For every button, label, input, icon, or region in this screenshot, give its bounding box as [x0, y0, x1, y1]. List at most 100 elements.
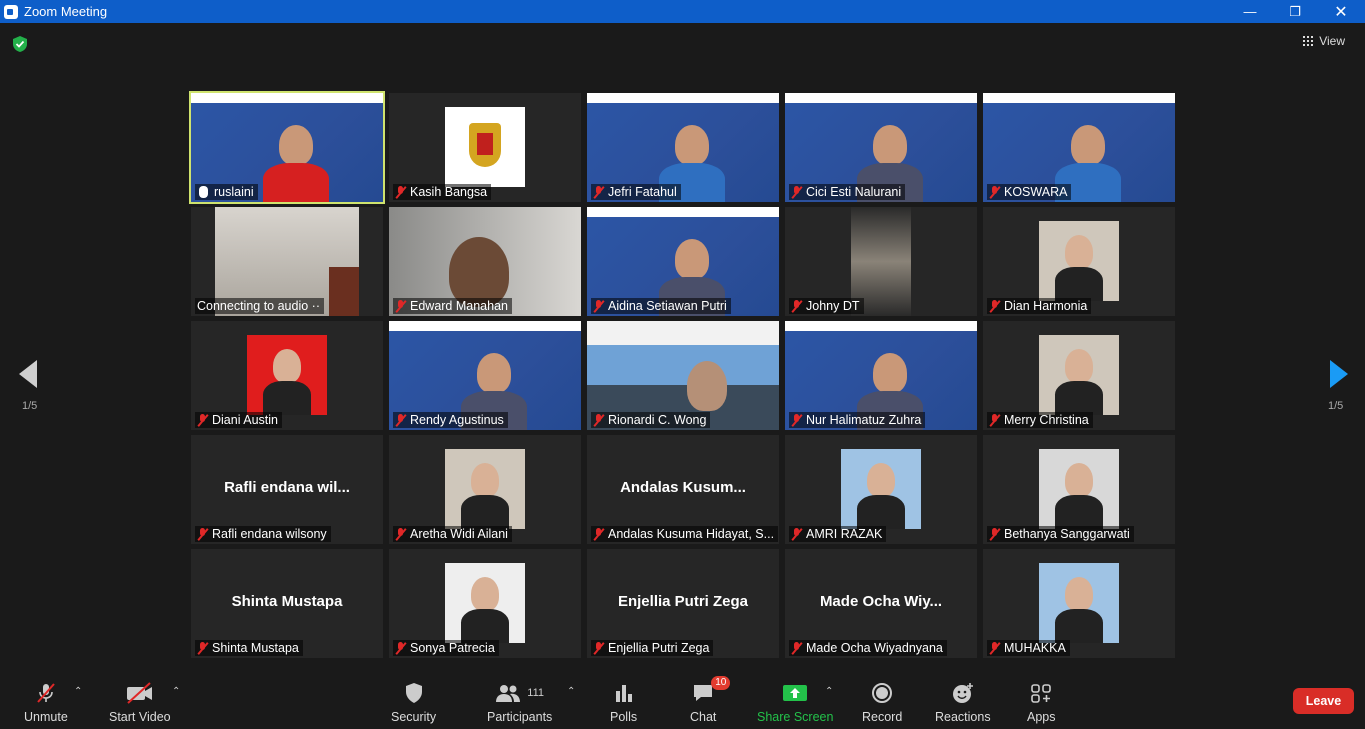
participant-tile[interactable]: Jefri Fatahul: [587, 93, 779, 202]
muted-mic-icon: [989, 527, 1000, 541]
muted-mic-icon: [395, 641, 406, 655]
participant-name: AMRI RAZAK: [806, 527, 883, 541]
participant-name-label: Bethanya Sanggarwati: [987, 526, 1134, 542]
participant-name: Edward Manahan: [410, 299, 508, 313]
participant-display-name: Andalas Kusum...: [620, 479, 746, 496]
participant-tile[interactable]: Edward Manahan: [389, 207, 581, 316]
participant-tile[interactable]: Cici Esti Nalurani: [785, 93, 977, 202]
participant-name: Nur Halimatuz Zuhra: [806, 413, 922, 427]
close-button[interactable]: ✕: [1318, 0, 1364, 23]
minimize-button[interactable]: —: [1227, 0, 1273, 23]
participant-name: MUHAKKA: [1004, 641, 1066, 655]
participant-tile[interactable]: Diani Austin: [191, 321, 383, 430]
security-button[interactable]: Security: [391, 680, 436, 724]
participant-tile[interactable]: Nur Halimatuz Zuhra: [785, 321, 977, 430]
participant-name: Merry Christina: [1004, 413, 1089, 427]
reactions-button[interactable]: Reactions: [935, 680, 991, 724]
participant-name-label: Connecting to audio ··: [195, 298, 324, 314]
chat-button[interactable]: 10 Chat: [690, 676, 731, 724]
participant-tile[interactable]: Rafli endana wil... Rafli endana wilsony: [191, 435, 383, 544]
participant-tile[interactable]: Shinta Mustapa Shinta Mustapa: [191, 549, 383, 658]
previous-page-arrow-icon[interactable]: [19, 360, 37, 388]
participant-name-label: Aidina Setiawan Putri: [591, 298, 731, 314]
participant-tile[interactable]: AMRI RAZAK: [785, 435, 977, 544]
meeting-toolbar: Unmute ⌃ Start Video ⌃ Security 111 Part…: [0, 672, 1365, 729]
muted-mic-icon: [791, 299, 802, 313]
participant-avatar: [445, 107, 525, 187]
unmute-button[interactable]: Unmute: [24, 680, 68, 724]
participant-name: Cici Esti Nalurani: [806, 185, 902, 199]
participant-tile[interactable]: Rionardi C. Wong: [587, 321, 779, 430]
muted-mic-icon: [593, 299, 604, 313]
participant-name-label: AMRI RAZAK: [789, 526, 887, 542]
participant-tile[interactable]: Made Ocha Wiy... Made Ocha Wiyadnyana: [785, 549, 977, 658]
participant-photo: [247, 335, 327, 415]
participant-name: ruslaini: [214, 185, 254, 199]
video-options-caret-icon[interactable]: ⌃: [172, 686, 180, 697]
microphone-muted-icon: [37, 683, 55, 703]
participant-name-label: Shinta Mustapa: [195, 640, 303, 656]
start-video-button[interactable]: Start Video: [109, 680, 171, 724]
participant-tile[interactable]: Dian Harmonia: [983, 207, 1175, 316]
record-button[interactable]: Record: [862, 680, 902, 724]
page-indicator-left: 1/5: [22, 400, 38, 412]
next-page-arrow-icon[interactable]: [1330, 360, 1348, 388]
participant-tile[interactable]: Andalas Kusum... Andalas Kusuma Hidayat, …: [587, 435, 779, 544]
participant-name-label: Andalas Kusuma Hidayat, S...: [591, 526, 779, 542]
participant-name: Aidina Setiawan Putri: [608, 299, 727, 313]
participant-tile[interactable]: Johny DT: [785, 207, 977, 316]
encryption-shield-icon[interactable]: [11, 35, 29, 53]
participant-tile[interactable]: MUHAKKA: [983, 549, 1175, 658]
start-video-label: Start Video: [109, 710, 171, 724]
maximize-button[interactable]: ❐: [1272, 0, 1318, 23]
participant-tile[interactable]: Bethanya Sanggarwati: [983, 435, 1175, 544]
participant-tile[interactable]: Merry Christina: [983, 321, 1175, 430]
participant-name: Diani Austin: [212, 413, 279, 427]
participant-name: KOSWARA: [1004, 185, 1068, 199]
page-indicator-right: 1/5: [1328, 400, 1344, 412]
audio-options-caret-icon[interactable]: ⌃: [74, 686, 82, 697]
apps-icon: [1031, 684, 1052, 703]
leave-button[interactable]: Leave: [1293, 688, 1354, 714]
participant-name: Shinta Mustapa: [212, 641, 299, 655]
record-label: Record: [862, 710, 903, 724]
muted-mic-icon: [791, 413, 802, 427]
polls-button[interactable]: Polls: [610, 680, 637, 724]
participant-name: Kasih Bangsa: [410, 185, 488, 199]
participant-tile[interactable]: Aidina Setiawan Putri: [587, 207, 779, 316]
participant-name-label: Edward Manahan: [393, 298, 512, 314]
participant-tile[interactable]: Sonya Patrecia: [389, 549, 581, 658]
participant-name-label: Jefri Fatahul: [591, 184, 681, 200]
participant-tile[interactable]: ruslaini: [189, 91, 385, 204]
security-shield-icon: [405, 683, 422, 703]
participant-name-label: Johny DT: [789, 298, 864, 314]
share-screen-button[interactable]: Share Screen: [757, 680, 833, 724]
muted-mic-icon: [593, 527, 604, 541]
muted-mic-icon: [989, 299, 1000, 313]
share-options-caret-icon[interactable]: ⌃: [825, 686, 833, 697]
participant-tile[interactable]: Enjellia Putri Zega Enjellia Putri Zega: [587, 549, 779, 658]
mic-icon: [199, 186, 208, 198]
participant-name-label: MUHAKKA: [987, 640, 1070, 656]
participant-name-label: Rafli endana wilsony: [195, 526, 331, 542]
participant-name: Enjellia Putri Zega: [608, 641, 710, 655]
title-bar: Zoom Meeting — ❐ ✕: [0, 0, 1365, 23]
muted-mic-icon: [197, 413, 208, 427]
participant-tile[interactable]: Rendy Agustinus: [389, 321, 581, 430]
participant-tile[interactable]: Connecting to audio ··: [191, 207, 383, 316]
participants-options-caret-icon[interactable]: ⌃: [567, 686, 575, 697]
participant-display-name: Enjellia Putri Zega: [617, 593, 749, 610]
participants-icon: [496, 685, 521, 702]
participants-button[interactable]: 111 Participants: [487, 680, 552, 724]
view-button[interactable]: View: [1303, 34, 1345, 48]
participant-tile[interactable]: Kasih Bangsa: [389, 93, 581, 202]
apps-button[interactable]: Apps: [1027, 680, 1056, 724]
participant-tile[interactable]: Aretha Widi Ailani: [389, 435, 581, 544]
share-screen-icon: [783, 685, 808, 701]
participant-name: Made Ocha Wiyadnyana: [806, 641, 943, 655]
participant-tile[interactable]: KOSWARA: [983, 93, 1175, 202]
share-screen-label: Share Screen: [757, 710, 834, 724]
participant-photo: [1039, 221, 1119, 301]
participant-name: Rionardi C. Wong: [608, 413, 707, 427]
muted-mic-icon: [791, 185, 802, 199]
